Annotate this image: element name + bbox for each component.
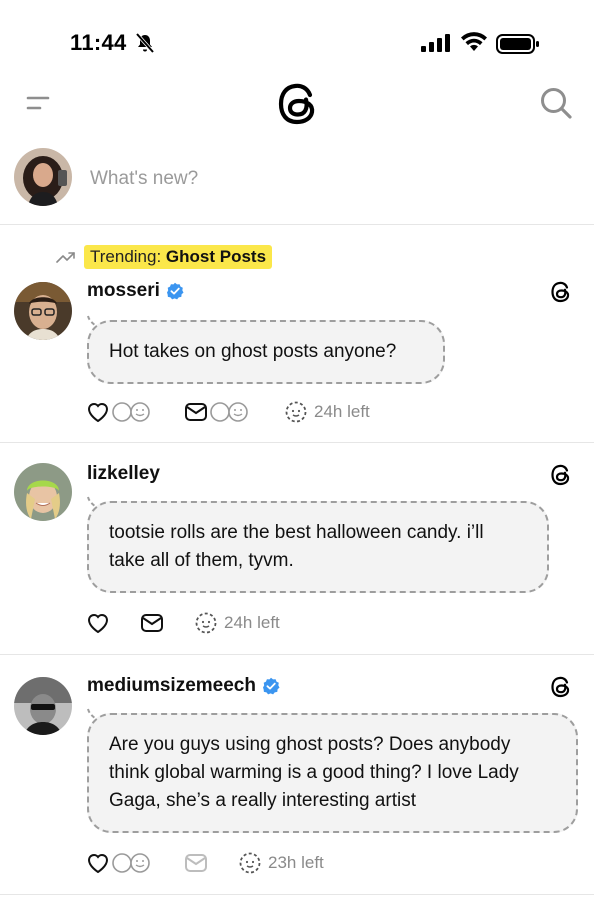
menu-icon[interactable] — [26, 92, 50, 116]
ghost-timer-icon — [239, 852, 261, 874]
avatar[interactable] — [14, 677, 72, 735]
post-text-line: think global warming is a good thing? I … — [109, 762, 519, 783]
post: mosseri Hot takes on ghost posts anyone? — [0, 270, 594, 443]
post-username[interactable]: mosseri — [87, 280, 184, 302]
post-text-line: take all of them, tyvm. — [109, 550, 294, 571]
post-actions: 23h left — [86, 849, 342, 877]
time-left: 24h left — [224, 613, 280, 632]
post-text-line: Are you guys using ghost posts? Does any… — [109, 734, 511, 755]
post: lizkelley tootsie rolls are the best hal… — [0, 443, 594, 655]
message-button[interactable] — [184, 853, 208, 873]
message-button[interactable] — [184, 400, 252, 424]
status-time: 11:44 — [70, 30, 127, 55]
reply-faces-icon — [112, 402, 150, 422]
ghost-post-bubble[interactable]: tootsie rolls are the best halloween can… — [87, 501, 549, 593]
status-bar: 11:44 — [0, 0, 594, 88]
username-label: lizkelley — [87, 463, 160, 484]
heart-icon — [87, 614, 109, 634]
ghost-timer-icon — [195, 612, 217, 634]
composer-placeholder[interactable]: What's new? — [90, 168, 198, 190]
time-left: 23h left — [268, 853, 324, 872]
trending-arrow-icon — [56, 252, 75, 263]
reply-faces-icon — [112, 853, 150, 873]
like-button[interactable] — [86, 851, 154, 875]
username-label: mosseri — [87, 280, 160, 301]
trending-pill[interactable]: Trending: Ghost Posts — [84, 245, 273, 269]
post-actions: 24h left — [86, 609, 298, 637]
threads-icon[interactable] — [550, 675, 572, 699]
threads-logo[interactable] — [276, 80, 320, 128]
verified-badge-icon — [166, 282, 184, 300]
message-button[interactable] — [140, 613, 164, 633]
ghost-post-bubble[interactable]: Hot takes on ghost posts anyone? — [87, 320, 445, 384]
post-username[interactable]: mediumsizemeech — [87, 675, 280, 697]
bell-slash-icon — [135, 32, 155, 54]
battery-icon — [496, 34, 539, 54]
message-icon — [185, 854, 207, 872]
ghost-timer-icon — [285, 401, 307, 423]
trending-topic: Ghost Posts — [165, 247, 267, 266]
trending-prefix: Trending: — [90, 247, 162, 266]
post-text-line: tootsie rolls are the best halloween can… — [109, 522, 484, 543]
avatar[interactable] — [14, 282, 72, 340]
avatar[interactable] — [14, 148, 72, 206]
trending-banner[interactable]: Trending: Ghost Posts — [56, 244, 273, 270]
username-label: mediumsizemeech — [87, 675, 256, 696]
message-icon — [185, 403, 207, 421]
ghost-timer: 24h left — [284, 400, 370, 424]
signal-icon — [421, 34, 450, 52]
reply-faces-icon — [210, 402, 248, 422]
heart-icon — [87, 403, 109, 423]
ghost-timer: 23h left — [238, 851, 324, 875]
ghost-timer: 24h left — [194, 611, 280, 635]
avatar[interactable] — [14, 463, 72, 521]
time-left: 24h left — [314, 402, 370, 421]
post-username[interactable]: lizkelley — [87, 463, 160, 485]
composer[interactable]: What's new? — [0, 140, 594, 225]
wifi-icon — [461, 32, 487, 51]
like-button[interactable] — [86, 400, 154, 424]
threads-icon[interactable] — [550, 280, 572, 304]
ghost-post-bubble[interactable]: Are you guys using ghost posts? Does any… — [87, 713, 578, 833]
heart-icon — [87, 854, 109, 874]
post: mediumsizemeech Are you guys using ghost… — [0, 655, 594, 895]
threads-icon[interactable] — [550, 463, 572, 487]
search-icon[interactable] — [539, 86, 573, 120]
post-text: Hot takes on ghost posts anyone? — [109, 341, 397, 362]
verified-badge-icon — [262, 677, 280, 695]
post-actions: 24h left — [86, 398, 388, 426]
post-text-line: Gaga, she’s a really interesting artist — [109, 790, 416, 811]
message-icon — [141, 614, 163, 632]
like-button[interactable] — [86, 612, 110, 634]
